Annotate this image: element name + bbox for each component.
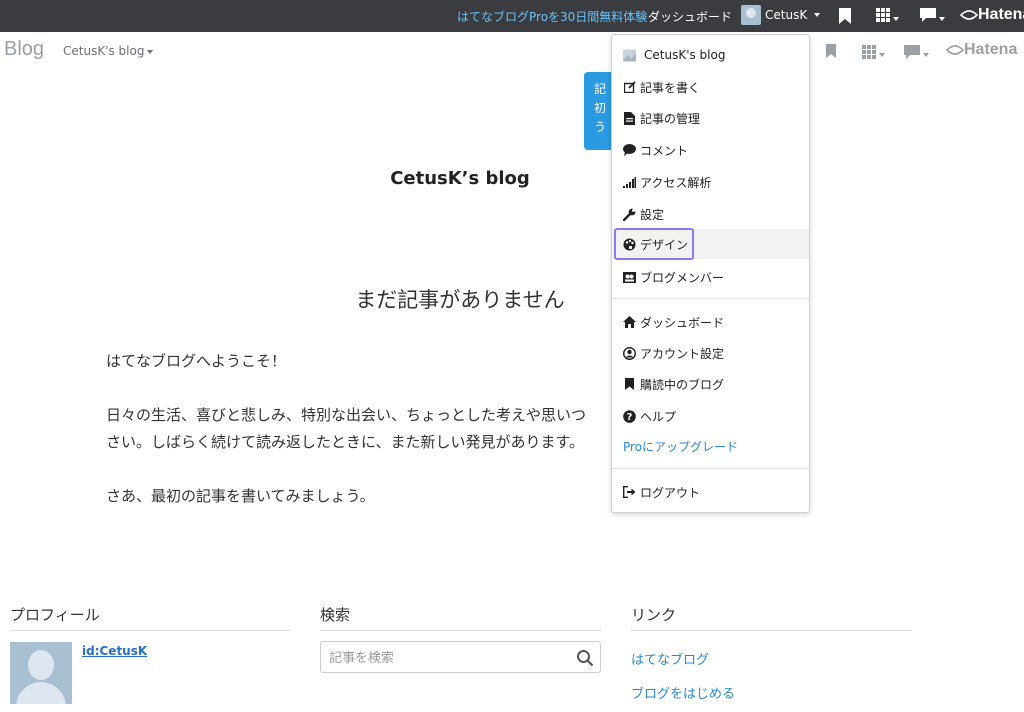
menu-item-blog[interactable]: CetusK's blog [612,40,809,70]
logout-icon [623,486,636,499]
menu-item-blog-members[interactable]: ブログメンバー [612,262,809,292]
hatena-logo-icon [945,44,965,55]
cta-text: さあ、最初の記事を書いてみましょう。 [106,487,375,505]
menu-item-dashboard[interactable]: ダッシュボード [612,307,809,337]
hatena-blog-link[interactable]: はてなブログ [631,649,709,668]
menu-item-label: アクセス解析 [640,175,712,190]
hatena-logo[interactable]: Hatena [945,41,1017,59]
bookmark-icon[interactable] [826,44,836,58]
menu-item-logout[interactable]: ログアウト [612,477,809,507]
bookmark-icon[interactable] [839,8,851,24]
chevron-down-icon [814,13,821,17]
dashboard-link[interactable]: ダッシュボード [648,8,732,25]
global-header: はてなブログProを30日間無料体験 ダッシュボード CetusK Hatena [0,0,1024,32]
apps-grid-icon[interactable] [876,8,899,25]
edit-icon [623,81,636,94]
welcome-text: はてなブログへようこそ！ [106,352,287,370]
help-icon: ? [623,409,636,423]
home-icon [623,316,636,329]
blog-switcher[interactable]: CetusK's blog [63,44,154,58]
profile-id-link[interactable]: id:CetusK [82,644,147,658]
menu-divider [612,298,809,299]
search-heading: 検索 [320,606,351,624]
notification-icon[interactable] [904,44,929,63]
menu-item-label: 記事を書く [640,80,701,95]
menu-item-label: CetusK's blog [644,48,726,62]
user-menu-toggle[interactable]: CetusK [741,5,821,25]
hatena-logo-icon [959,9,979,20]
document-icon [623,111,636,125]
menu-item-help[interactable]: ? ヘルプ [612,401,809,431]
menu-item-access-analytics[interactable]: アクセス解析 [612,167,809,197]
menu-item-upgrade-pro[interactable]: Proにアップグレード [612,431,809,461]
menu-item-label: ヘルプ [640,409,677,424]
divider [320,630,601,631]
intro-text-line: 日々の生活、喜びと悲しみ、特別な出会い、ちょっとした考えや思いつ [106,406,587,424]
profile-heading: プロフィール [10,606,100,624]
menu-item-label: ログアウト [640,485,701,500]
search-form [320,641,601,673]
menu-item-label: コメント [640,143,689,158]
intro-text-line: さい。しばらく続けて読み返したときに、また新しい発見があります。 [106,433,585,451]
hatena-logo[interactable]: Hatena [959,6,1024,24]
menu-item-label: ブログメンバー [640,270,725,285]
menu-item-label: Proにアップグレード [623,439,739,454]
menu-item-subscriptions[interactable]: 購読中のブログ [612,369,809,399]
menu-item-settings[interactable]: 設定 [612,199,809,229]
menu-item-manage-entries[interactable]: 記事の管理 [612,103,809,133]
links-heading: リンク [631,606,677,624]
menu-item-label: 購読中のブログ [640,377,725,392]
wrench-icon [623,208,636,221]
blog-label[interactable]: Blog [4,38,44,61]
svg-text:?: ? [627,412,633,423]
apps-grid-icon[interactable] [862,44,885,63]
search-icon[interactable] [576,649,594,667]
divider [631,630,912,631]
search-input[interactable] [327,647,561,669]
profile-avatar[interactable] [10,642,72,704]
username: CetusK [765,8,808,22]
divider [10,630,290,631]
menu-item-comments[interactable]: コメント [612,135,809,165]
members-icon [623,271,636,284]
menu-item-write-entry[interactable]: 記事を書く [612,72,809,102]
user-dropdown-menu: CetusK's blog 記事を書く 記事の管理 コメント アクセス解析 設定 [611,34,810,513]
menu-item-label: ダッシュボード [640,315,725,330]
blog-thumbnail-icon [623,48,636,62]
notification-icon[interactable] [920,8,945,25]
user-circle-icon [623,346,636,360]
pro-trial-link[interactable]: はてなブログProを30日間無料体験 [457,8,647,25]
menu-item-label: 設定 [640,207,665,222]
menu-divider [612,468,809,469]
menu-item-account-settings[interactable]: アカウント設定 [612,338,809,368]
menu-item-label: 記事の管理 [640,111,701,126]
design-highlight-outline [614,228,694,260]
start-blog-link[interactable]: ブログをはじめる [631,683,735,702]
comment-icon [623,144,636,157]
avatar [741,5,761,25]
bookmark-icon [623,378,636,391]
signal-bars-icon [623,176,636,189]
menu-item-label: アカウント設定 [640,346,725,361]
blog-header: Blog CetusK's blog Hatena [0,32,1024,68]
